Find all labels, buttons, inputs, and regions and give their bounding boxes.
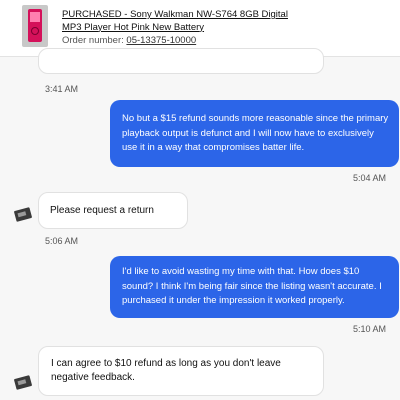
- order-number-line: Order number: 05-13375-10000: [62, 35, 196, 46]
- product-thumbnail[interactable]: [22, 5, 48, 47]
- mp3-player-icon: [28, 9, 42, 42]
- outgoing-message-text: I'd like to avoid wasting my time with t…: [122, 266, 382, 306]
- incoming-message-bubble: [38, 48, 324, 74]
- incoming-message-text: I can agree to $10 refund as long as you…: [51, 358, 281, 383]
- outgoing-message-bubble: No but a $15 refund sounds more reasonab…: [110, 100, 399, 167]
- player-wheel: [31, 27, 39, 35]
- message-timestamp: 5:04 AM: [353, 173, 387, 183]
- seller-avatar-icon: [13, 207, 33, 222]
- message-timestamp: 5:06 AM: [45, 236, 79, 246]
- message-timestamp: 3:41 AM: [45, 84, 79, 94]
- message-timestamp: 5:10 AM: [353, 324, 387, 334]
- player-screen: [30, 12, 40, 22]
- incoming-message-bubble: Please request a return: [38, 192, 188, 229]
- seller-avatar-icon: [13, 375, 33, 390]
- outgoing-message-bubble: I'd like to avoid wasting my time with t…: [110, 256, 399, 318]
- order-number-link[interactable]: 05-13375-10000: [126, 35, 196, 46]
- incoming-message-bubble: I can agree to $10 refund as long as you…: [38, 346, 324, 396]
- incoming-message-text: Please request a return: [50, 205, 154, 216]
- order-number-label: Order number:: [62, 35, 127, 46]
- product-title-link[interactable]: PURCHASED - Sony Walkman NW-S764 8GB Dig…: [62, 9, 302, 34]
- outgoing-message-text: No but a $15 refund sounds more reasonab…: [122, 113, 389, 153]
